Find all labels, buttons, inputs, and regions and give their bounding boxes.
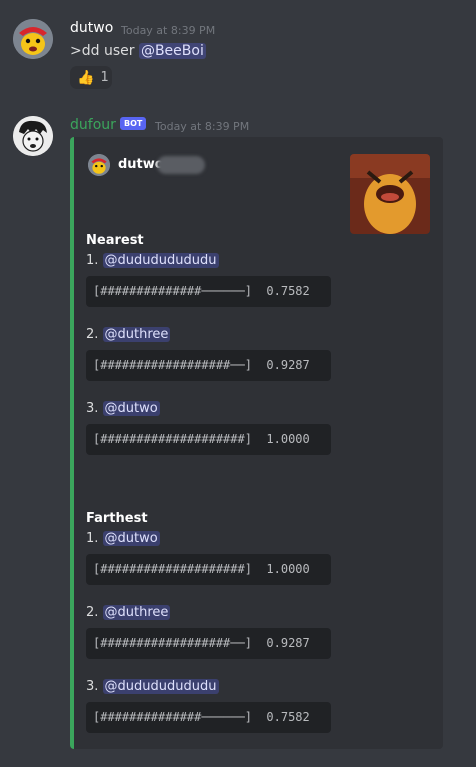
rank-label: 1. [86,253,99,268]
reaction-count: 1 [100,70,109,85]
author-name[interactable]: dutwo [70,20,113,36]
similarity-bar: [####################] 1.0000 [86,424,331,455]
user-mention[interactable]: @BeeBoi [138,43,206,59]
embed-author-avatar [88,154,110,176]
rank-label: 3. [86,401,99,416]
avatar[interactable] [13,19,53,59]
list-item: 2. @duthree [86,605,171,620]
rank-label: 2. [86,327,99,342]
user-mention[interactable]: @dutwo [102,531,160,546]
rank-label: 2. [86,605,99,620]
user-mention[interactable]: @dudududududu [102,679,219,694]
similarity-bar: [####################] 1.0000 [86,554,331,585]
list-item: 2. @duthree [86,327,171,342]
thumbs-up-icon: 👍 [77,69,95,86]
nearest-title: Nearest [86,233,144,248]
user-mention[interactable]: @duthree [102,327,171,342]
timestamp: Today at 8:39 PM [155,120,250,133]
user-mention[interactable]: @duthree [102,605,171,620]
rank-label: 3. [86,679,99,694]
list-item: 1. @dudududududu [86,253,219,268]
similarity-bar: [##################──] 0.9287 [86,350,331,381]
reaction-button[interactable]: 👍 1 [70,66,112,89]
bot-badge: BOT [120,117,147,130]
author-name[interactable]: dufour [70,117,116,133]
user-mention[interactable]: @dudududududu [102,253,219,268]
similarity-bar: [##############──────] 0.7582 [86,276,331,307]
list-item: 3. @dutwo [86,401,160,416]
similarity-bar: [##################──] 0.9287 [86,628,331,659]
farthest-title: Farthest [86,511,148,526]
embed: dutwo Nearest 1. @dudududududu [########… [70,137,443,749]
message-content: >dd user @BeeBoi [70,43,206,59]
embed-thumbnail[interactable] [350,154,430,234]
message-text: >dd user [70,43,139,59]
rank-label: 1. [86,531,99,546]
similarity-bar: [##############──────] 0.7582 [86,702,331,733]
user-mention[interactable]: @dutwo [102,401,160,416]
avatar[interactable] [13,116,53,156]
list-item: 3. @dudududududu [86,679,219,694]
timestamp: Today at 8:39 PM [121,24,216,37]
list-item: 1. @dutwo [86,531,160,546]
redacted-overlay [157,156,205,174]
